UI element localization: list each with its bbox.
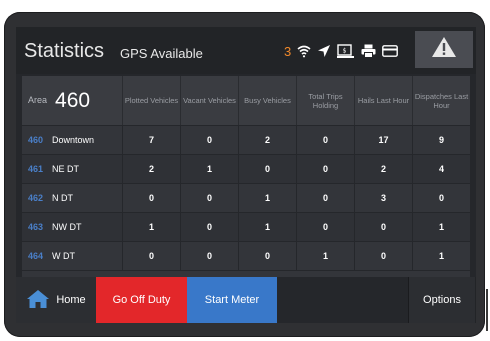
column-header: Busy Vehicles <box>238 76 296 125</box>
bottom-bar: Home Go Off Duty Start Meter Options <box>16 277 476 323</box>
column-header: Vacant Vehicles <box>180 76 238 125</box>
area-cell: 464 W DT <box>22 242 122 270</box>
house-icon <box>26 289 50 312</box>
home-label: Home <box>56 294 86 306</box>
column-header: Plotted Vehicles <box>122 76 180 125</box>
area-cell: 463 NW DT <box>22 213 122 241</box>
area-code: 463 <box>28 222 44 232</box>
table-body: 460 Downtown 7 0 2 0 17 9 461 NE DT 2 1 … <box>22 126 470 270</box>
home-button[interactable]: Home <box>16 277 96 323</box>
column-header: Dispatches Last Hour <box>412 76 470 125</box>
area-code: 460 <box>28 135 44 145</box>
table-cell: 0 <box>238 155 296 183</box>
payment-terminal-icon: $ <box>337 43 355 59</box>
area-value[interactable]: 460 <box>55 90 90 111</box>
area-code: 461 <box>28 164 44 174</box>
table-cell: 0 <box>180 213 238 241</box>
bottom-bar-spacer <box>277 277 408 323</box>
table-cell: 1 <box>238 184 296 212</box>
table-cell: 2 <box>238 126 296 154</box>
table-cell: 0 <box>296 126 354 154</box>
area-name: W DT <box>52 251 75 261</box>
area-cell: 460 Downtown <box>22 126 122 154</box>
table-cell: 0 <box>354 213 412 241</box>
card-icon <box>382 45 399 57</box>
table-cell: 3 <box>354 184 412 212</box>
table-cell: 0 <box>180 184 238 212</box>
table-cell: 1 <box>122 213 180 241</box>
area-code: 464 <box>28 251 44 261</box>
table-cell: 0 <box>180 126 238 154</box>
area-label: Area <box>28 95 48 105</box>
go-off-duty-button[interactable]: Go Off Duty <box>96 277 187 323</box>
start-meter-button[interactable]: Start Meter <box>187 277 277 323</box>
table-cell: 0 <box>238 242 296 270</box>
table-cell: 0 <box>296 155 354 183</box>
area-name: Downtown <box>52 135 95 145</box>
area-cell: 462 N DT <box>22 184 122 212</box>
table-cell: 0 <box>296 213 354 241</box>
printer-icon <box>361 44 376 58</box>
table-cell: 1 <box>412 213 470 241</box>
table-cell: 17 <box>354 126 412 154</box>
area-cell: 461 NE DT <box>22 155 122 183</box>
area-header: Area 460 <box>22 76 122 125</box>
table-cell: 0 <box>412 184 470 212</box>
area-name: NW DT <box>52 222 82 232</box>
status-icons: 3 $ <box>284 41 399 61</box>
area-code: 462 <box>28 193 44 203</box>
table-cell: 0 <box>354 242 412 270</box>
svg-text:$: $ <box>343 47 347 54</box>
table-cell: 1 <box>180 155 238 183</box>
table-row[interactable]: 463 NW DT 1 0 1 0 0 1 <box>22 213 470 241</box>
table-row[interactable]: 464 W DT 0 0 0 1 0 1 <box>22 242 470 270</box>
header-bar: Statistics GPS Available 3 $ <box>16 27 476 74</box>
table-header: Area 460 Plotted Vehicles Vacant Vehicle… <box>22 76 470 125</box>
table-cell: 7 <box>122 126 180 154</box>
table-row[interactable]: 461 NE DT 2 1 0 0 2 4 <box>22 155 470 183</box>
column-header: Total Trips Holding <box>296 76 354 125</box>
table-cell: 0 <box>122 184 180 212</box>
table-cell: 1 <box>296 242 354 270</box>
page-title: Statistics <box>24 40 105 62</box>
table-row[interactable]: 460 Downtown 7 0 2 0 17 9 <box>22 126 470 154</box>
table-cell: 0 <box>122 242 180 270</box>
area-name: N DT <box>52 193 73 203</box>
statistics-table: Area 460 Plotted Vehicles Vacant Vehicle… <box>22 76 470 278</box>
table-row[interactable]: 462 N DT 0 0 1 0 3 0 <box>22 184 470 212</box>
table-cell: 9 <box>412 126 470 154</box>
notification-count[interactable]: 3 <box>284 44 291 59</box>
table-cell: 1 <box>238 213 296 241</box>
warning-triangle-icon <box>431 36 457 63</box>
alert-button[interactable] <box>415 31 473 68</box>
device-side-button <box>486 289 488 331</box>
table-cell: 2 <box>122 155 180 183</box>
table-cell: 0 <box>180 242 238 270</box>
wifi-icon <box>297 44 311 58</box>
column-header: Hails Last Hour <box>354 76 412 125</box>
table-cell: 2 <box>354 155 412 183</box>
area-name: NE DT <box>52 164 79 174</box>
gps-status: GPS Available <box>120 46 203 61</box>
options-button[interactable]: Options <box>408 277 475 323</box>
table-cell: 0 <box>296 184 354 212</box>
navigation-arrow-icon <box>317 44 331 58</box>
table-cell: 4 <box>412 155 470 183</box>
table-cell: 1 <box>412 242 470 270</box>
screen: Statistics GPS Available 3 $ Area 460 Pl… <box>16 27 476 323</box>
